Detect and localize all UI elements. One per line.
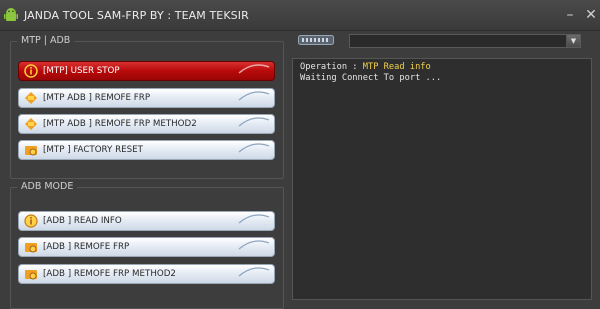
button-label: [ADB ] REMOFE FRP METHOD2	[43, 269, 176, 279]
reset-icon	[25, 243, 37, 253]
gloss-decoration	[238, 91, 270, 101]
gloss-decoration	[238, 214, 270, 224]
button-label: [MTP ] FACTORY RESET	[43, 145, 143, 155]
gloss-decoration	[238, 143, 270, 153]
button-label: [MTP] USER STOP	[43, 66, 120, 76]
mtp-adb-group: MTP | ADB [MTP] USER STOP [MTP ADB ] REM…	[10, 35, 284, 179]
mtp-user-stop-button[interactable]: [MTP] USER STOP	[18, 61, 275, 81]
title-bar: JANDA TOOL SAM-FRP BY : TEAM TEKSIR – ✕	[0, 0, 600, 31]
button-label: [ADB ] REMOFE FRP	[43, 242, 130, 252]
log-operation-prefix: Operation :	[300, 62, 363, 72]
gloss-decoration	[238, 64, 270, 74]
button-label: [MTP ADB ] REMOFE FRP METHOD2	[43, 119, 197, 129]
port-select[interactable]: ▼	[349, 34, 581, 48]
adb-mode-group: ADB MODE [ADB ] READ INFO [ADB ] REMOFE …	[10, 181, 284, 309]
reset-icon	[25, 270, 37, 280]
usb-port-icon	[298, 35, 334, 45]
info-circle-icon	[24, 214, 38, 228]
android-icon	[25, 118, 37, 130]
adb-remofe-frp-method2-button[interactable]: [ADB ] REMOFE FRP METHOD2	[18, 264, 275, 284]
close-button[interactable]: ✕	[584, 8, 598, 22]
android-icon	[25, 92, 37, 104]
mtp-factory-reset-button[interactable]: [MTP ] FACTORY RESET	[18, 140, 275, 160]
reset-icon	[25, 146, 37, 156]
button-label: [MTP ADB ] REMOFE FRP	[43, 93, 151, 103]
log-line-operation: Operation : MTP Read info	[293, 62, 591, 73]
chevron-down-icon[interactable]: ▼	[566, 35, 580, 47]
adb-read-info-button[interactable]: [ADB ] READ INFO	[18, 211, 275, 231]
adb-mode-group-label: ADB MODE	[17, 181, 78, 192]
mtp-adb-remofe-frp-button[interactable]: [MTP ADB ] REMOFE FRP	[18, 88, 275, 108]
adb-remofe-frp-button[interactable]: [ADB ] REMOFE FRP	[18, 237, 275, 257]
android-app-icon	[4, 8, 18, 21]
log-line-waiting: Waiting Connect To port ...	[300, 73, 442, 83]
window-title: JANDA TOOL SAM-FRP BY : TEAM TEKSIR	[24, 8, 249, 22]
mtp-adb-group-label: MTP | ADB	[17, 35, 75, 46]
minimize-button[interactable]: –	[563, 8, 577, 22]
info-circle-icon	[24, 64, 38, 78]
mtp-adb-remofe-frp-method2-button[interactable]: [MTP ADB ] REMOFE FRP METHOD2	[18, 114, 275, 134]
gloss-decoration	[238, 117, 270, 127]
button-label: [ADB ] READ INFO	[43, 216, 122, 226]
gloss-decoration	[238, 240, 270, 250]
log-operation-value: MTP Read info	[362, 62, 431, 72]
log-panel: Operation : MTP Read info Waiting Connec…	[292, 58, 592, 300]
gloss-decoration	[238, 267, 270, 277]
